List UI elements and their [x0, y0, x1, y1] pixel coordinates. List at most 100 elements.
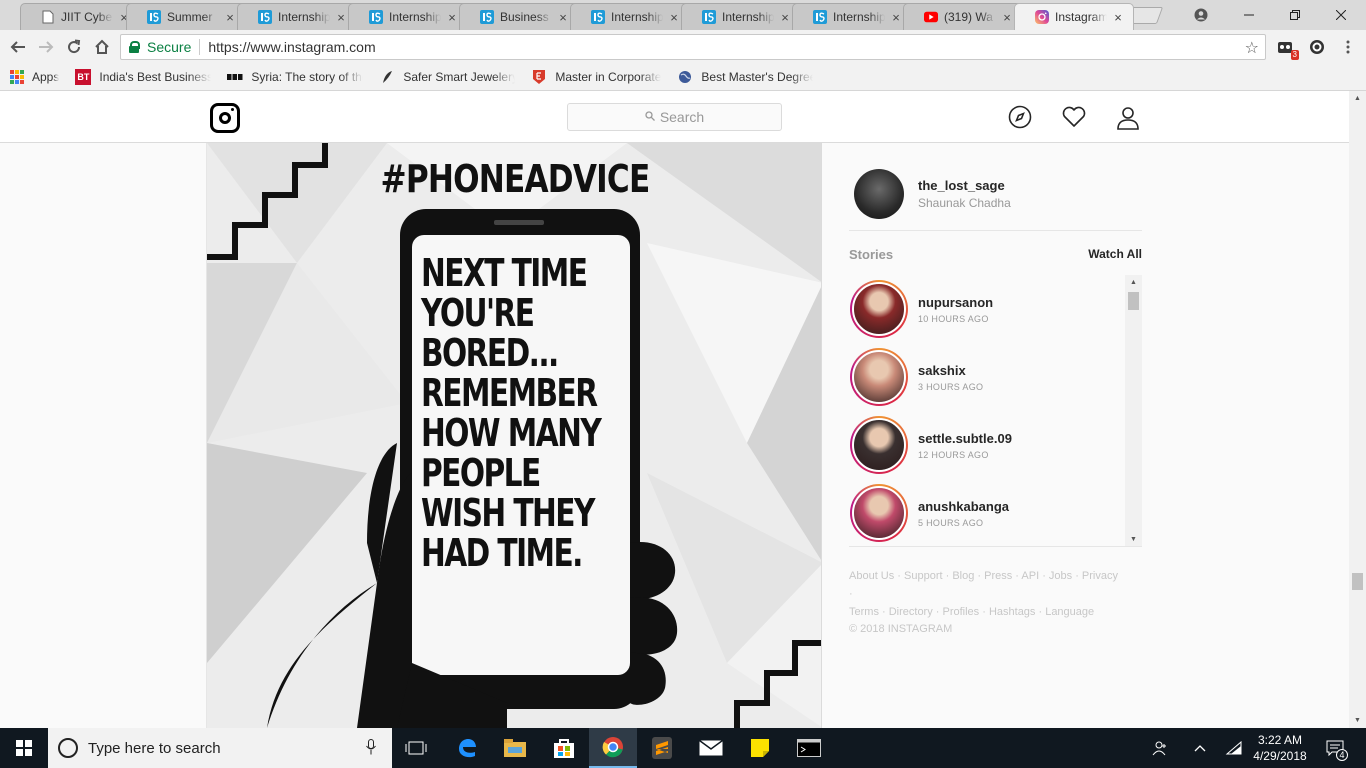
home-button[interactable]	[90, 35, 114, 59]
bookmark-item[interactable]: Safer Smart Jewelery	[379, 69, 515, 85]
extension-icon[interactable]: 3	[1275, 37, 1299, 60]
notification-count: 4	[1336, 749, 1348, 761]
forward-button[interactable]	[34, 35, 58, 59]
back-button[interactable]	[6, 35, 30, 59]
address-bar[interactable]: Secure https://www.instagram.com ☆	[120, 34, 1266, 60]
browser-tab[interactable]: Instagram ×	[1014, 3, 1134, 30]
stories-scroll-thumb[interactable]	[1128, 292, 1139, 310]
tab-title: Internship	[278, 10, 330, 24]
action-center-icon[interactable]: 4	[1320, 728, 1350, 768]
instagram-logo-icon[interactable]	[210, 103, 240, 133]
close-tab-icon[interactable]: ×	[1111, 10, 1125, 25]
security-label: Secure	[147, 39, 192, 55]
store-icon[interactable]	[540, 728, 588, 768]
stories-scrollbar[interactable]: ▲ ▼	[1125, 275, 1142, 546]
close-window-button[interactable]	[1318, 0, 1364, 30]
bookmark-item[interactable]: Best Master's Degree	[677, 69, 813, 85]
post-image[interactable]: #PHONEADVICE NEXT TIME YOU'RE BORED... R…	[206, 143, 822, 728]
scroll-up-arrow-icon[interactable]: ▲	[1125, 275, 1142, 290]
scroll-down-arrow-icon[interactable]: ▼	[1125, 532, 1142, 546]
avatar[interactable]	[854, 169, 904, 219]
menu-icon[interactable]	[1338, 37, 1358, 57]
close-tab-icon[interactable]: ×	[1000, 10, 1014, 25]
footer-links[interactable]: About Us · Support · Blog · Press · API …	[849, 567, 1119, 621]
story-username[interactable]: anushkabanga	[918, 499, 1009, 514]
extension-icon-2[interactable]	[1307, 37, 1327, 57]
browser-tab[interactable]: Internship ×	[237, 3, 357, 30]
story-avatar[interactable]	[850, 348, 908, 406]
browser-tab[interactable]: Internship ×	[348, 3, 468, 30]
browser-tab[interactable]: Internship ×	[681, 3, 801, 30]
story-username[interactable]: nupursanon	[918, 295, 993, 310]
browser-tab[interactable]: (319) Wa ×	[903, 3, 1023, 30]
story-item[interactable]: settle.subtle.09 12 HOURS AGO	[849, 411, 1125, 479]
bookmark-item[interactable]: Apps	[10, 70, 59, 84]
file-explorer-icon[interactable]	[491, 728, 539, 768]
terminal-icon[interactable]	[785, 728, 833, 768]
close-tab-icon[interactable]: ×	[556, 10, 570, 25]
story-username[interactable]: sakshix	[918, 363, 983, 378]
current-user-profile[interactable]: the_lost_sage Shaunak Chadha	[854, 169, 1011, 219]
chrome-taskbar-icon[interactable]	[589, 728, 637, 768]
close-tab-icon[interactable]: ×	[667, 10, 681, 25]
reload-button[interactable]	[62, 35, 86, 59]
bookmark-item[interactable]: BT India's Best Business	[75, 69, 211, 85]
page-icon	[41, 10, 55, 24]
page-scroll-thumb[interactable]	[1352, 573, 1363, 590]
taskbar-clock[interactable]: 3:22 AM 4/29/2018	[1242, 732, 1318, 764]
search-input[interactable]: Search	[567, 103, 782, 131]
profile-username[interactable]: the_lost_sage	[918, 178, 1011, 193]
sticky-notes-icon[interactable]	[736, 728, 784, 768]
profile-icon[interactable]	[1178, 0, 1224, 30]
bookmark-star-icon[interactable]: ☆	[1245, 38, 1259, 58]
browser-tab[interactable]: Summer ×	[126, 3, 246, 30]
story-time: 12 HOURS AGO	[918, 449, 989, 460]
story-avatar[interactable]	[850, 484, 908, 542]
close-tab-icon[interactable]: ×	[223, 10, 237, 25]
internshala-icon	[702, 10, 716, 24]
page-scroll-down-icon[interactable]: ▼	[1349, 713, 1366, 728]
explore-compass-icon[interactable]	[1008, 105, 1034, 131]
bookmark-label: Safer Smart Jewelery	[403, 70, 516, 84]
close-tab-icon[interactable]: ×	[778, 10, 792, 25]
activity-heart-icon[interactable]	[1061, 105, 1087, 131]
edge-icon[interactable]	[443, 728, 491, 768]
microphone-icon[interactable]	[362, 738, 380, 758]
bookmark-label: Best Master's Degree	[701, 70, 814, 84]
browser-tab[interactable]: Internship ×	[792, 3, 912, 30]
profile-person-icon[interactable]	[1115, 105, 1141, 131]
page-scroll-up-icon[interactable]: ▲	[1349, 91, 1366, 106]
internshala-icon	[369, 10, 383, 24]
browser-tab[interactable]: Internship ×	[570, 3, 690, 30]
watch-all-link[interactable]: Watch All	[1088, 247, 1142, 262]
start-button[interactable]	[0, 728, 48, 768]
footer-links-line-1[interactable]: About Us · Support · Blog · Press · API …	[849, 567, 1119, 603]
close-tab-icon[interactable]: ×	[889, 10, 903, 25]
bookmark-item[interactable]: Master in Corporate	[531, 69, 661, 85]
minimize-button[interactable]	[1226, 0, 1272, 30]
browser-tab[interactable]: JIIT Cyber ×	[20, 3, 140, 30]
task-view-icon[interactable]	[392, 728, 440, 768]
taskbar-search-box[interactable]: Type here to search	[48, 728, 392, 768]
story-item[interactable]: nupursanon 10 HOURS AGO	[849, 275, 1125, 343]
story-item[interactable]: sakshix 3 HOURS AGO	[849, 343, 1125, 411]
people-icon[interactable]	[1148, 728, 1174, 768]
restore-button[interactable]	[1272, 0, 1318, 30]
windows-logo-icon	[16, 740, 32, 756]
story-item[interactable]: anushkabanga 5 HOURS AGO	[849, 479, 1125, 546]
feather-icon	[379, 69, 395, 85]
sublime-text-icon[interactable]	[638, 728, 686, 768]
story-avatar[interactable]	[850, 280, 908, 338]
footer-links-line-2[interactable]: Terms · Directory · Profiles · Hashtags …	[849, 603, 1119, 621]
close-tab-icon[interactable]: ×	[334, 10, 348, 25]
url-text[interactable]: https://www.instagram.com	[208, 39, 375, 55]
close-tab-icon[interactable]: ×	[445, 10, 459, 25]
page-scrollbar[interactable]: ▲ ▼	[1349, 91, 1366, 728]
mail-icon[interactable]	[687, 728, 735, 768]
story-username[interactable]: settle.subtle.09	[918, 431, 1012, 446]
show-hidden-icons-icon[interactable]	[1188, 728, 1212, 768]
bookmark-item[interactable]: Syria: The story of the	[227, 69, 363, 85]
instagram-header: Search	[0, 91, 1349, 143]
browser-tab[interactable]: Business ×	[459, 3, 579, 30]
story-avatar[interactable]	[850, 416, 908, 474]
